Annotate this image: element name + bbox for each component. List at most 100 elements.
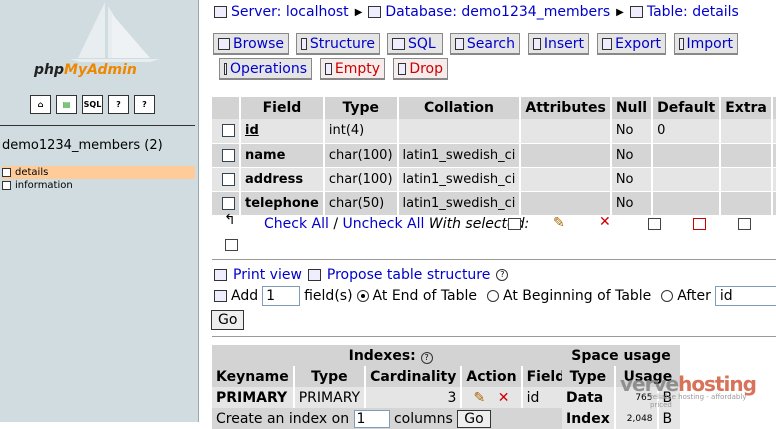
row-checkbox[interactable] bbox=[222, 172, 235, 186]
uncheck-all-link[interactable]: Uncheck All bbox=[343, 216, 425, 232]
home-icon[interactable]: ⌂ bbox=[30, 95, 51, 114]
field-attributes bbox=[520, 119, 612, 144]
header-action bbox=[771, 97, 776, 119]
help-icon[interactable]: ? bbox=[134, 95, 155, 114]
edit-pencil-icon[interactable]: ✎ bbox=[553, 215, 565, 231]
left-frame: phpMyAdmin ⌂ ▤ SQL ? ? demo1234_members … bbox=[0, 0, 199, 422]
docs-icon[interactable]: ? bbox=[108, 95, 129, 114]
field-collation: latin1_swedish_ci bbox=[397, 143, 522, 168]
sql-query-icon[interactable]: SQL bbox=[82, 95, 103, 114]
print-icon bbox=[214, 269, 227, 281]
index-icon[interactable] bbox=[738, 218, 751, 230]
at-end-label: At End of Table bbox=[372, 288, 478, 304]
add-label: Add bbox=[231, 288, 259, 304]
radio-after[interactable] bbox=[661, 290, 674, 302]
divider bbox=[212, 336, 776, 337]
field-attributes bbox=[520, 143, 612, 168]
header-extra: Extra bbox=[720, 97, 773, 119]
field-type: char(100) bbox=[323, 143, 399, 168]
after-field-value: id bbox=[719, 288, 733, 304]
row-checkbox[interactable] bbox=[222, 148, 235, 162]
radio-at-end[interactable] bbox=[356, 290, 369, 302]
row-checkbox[interactable] bbox=[222, 124, 235, 138]
row-checkbox[interactable] bbox=[222, 196, 235, 210]
table-row: id int(4) No 0 bbox=[212, 119, 776, 144]
go-button[interactable]: Go bbox=[211, 310, 245, 330]
breadcrumb-database[interactable]: Database: demo1234_members bbox=[385, 4, 610, 20]
table-icon bbox=[629, 6, 643, 18]
header-space-type: Type bbox=[562, 366, 616, 387]
field-null: No bbox=[610, 143, 654, 168]
header-null: Null bbox=[610, 97, 654, 119]
browse-selected-icon[interactable] bbox=[508, 218, 521, 230]
tab-structure[interactable]: Structure bbox=[296, 33, 380, 55]
help-icon[interactable]: ? bbox=[420, 351, 433, 364]
header-type: Type bbox=[323, 97, 399, 119]
propose-structure-link[interactable]: Propose table structure bbox=[327, 267, 490, 283]
field-name: address bbox=[240, 167, 325, 192]
divider bbox=[0, 125, 195, 126]
fulltext-icon[interactable] bbox=[225, 239, 238, 251]
after-field-select[interactable]: id ▼ bbox=[714, 286, 776, 306]
tab-empty[interactable]: Empty bbox=[320, 58, 385, 80]
structure-icon bbox=[301, 37, 307, 50]
tab-search[interactable]: Search bbox=[450, 33, 520, 55]
sidebar-table-information[interactable]: information bbox=[2, 179, 195, 192]
space-type: Data bbox=[562, 387, 616, 408]
header-field: Field bbox=[240, 97, 325, 119]
index-columns-input[interactable]: 1 bbox=[353, 409, 390, 428]
index-row: PRIMARY PRIMARY 3 ✎ ✕ id bbox=[212, 387, 572, 408]
breadcrumb: Server: localhost ▶ Database: demo1234_m… bbox=[214, 4, 739, 20]
space-type: Index bbox=[562, 408, 616, 429]
add-field-icon bbox=[214, 290, 227, 302]
arrow-left-up-icon: ↰ bbox=[224, 212, 236, 228]
header-action: Action bbox=[461, 366, 523, 387]
primary-key-icon[interactable] bbox=[648, 218, 661, 230]
edit-pencil-icon[interactable]: ✎ bbox=[474, 390, 486, 406]
radio-at-beginning[interactable] bbox=[487, 290, 500, 302]
index-type: PRIMARY bbox=[293, 387, 367, 408]
field-default: 0 bbox=[652, 119, 722, 144]
delete-x-icon[interactable]: ✕ bbox=[599, 214, 611, 230]
phpmyadmin-logo[interactable]: phpMyAdmin bbox=[0, 0, 199, 88]
field-null: No bbox=[610, 167, 654, 192]
field-type: int(4) bbox=[323, 119, 399, 144]
sql-icon bbox=[392, 37, 405, 50]
create-index-label: Create an index on bbox=[216, 410, 350, 427]
index-cardinality: 3 bbox=[365, 387, 463, 408]
tab-export[interactable]: Export bbox=[597, 33, 666, 55]
field-default bbox=[652, 167, 722, 192]
print-view-link[interactable]: Print view bbox=[233, 267, 302, 283]
field-type: char(100) bbox=[323, 167, 399, 192]
create-index-go-button[interactable]: Go bbox=[457, 409, 491, 428]
separator-arrow-icon: ▶ bbox=[616, 6, 624, 18]
tab-import[interactable]: Import bbox=[674, 33, 738, 55]
sql-window-icon[interactable]: ▤ bbox=[56, 95, 77, 114]
header-index-type: Type bbox=[293, 366, 367, 387]
check-all-link[interactable]: Check All bbox=[264, 216, 329, 232]
print-view-row: Print view Propose table structure ? bbox=[214, 267, 509, 283]
sailboat-icon bbox=[70, 2, 160, 62]
indexes-table: Indexes: ? Keyname Type Cardinality Acti… bbox=[212, 345, 572, 429]
tab-insert[interactable]: Insert bbox=[528, 33, 589, 55]
export-icon bbox=[602, 37, 613, 50]
at-beginning-label: At Beginning of Table bbox=[503, 288, 652, 304]
columns-label: columns bbox=[393, 410, 453, 427]
tab-sql[interactable]: SQL bbox=[387, 33, 443, 55]
field-extra bbox=[720, 143, 773, 168]
header-keyname: Keyname bbox=[212, 366, 295, 387]
tab-browse[interactable]: Browse bbox=[213, 33, 289, 55]
tab-operations[interactable]: Operations bbox=[219, 58, 312, 80]
tab-drop[interactable]: Drop bbox=[393, 58, 448, 80]
after-label: After bbox=[677, 288, 711, 304]
help-icon[interactable]: ? bbox=[496, 269, 509, 281]
table-header-row: Field Type Collation Attributes Null Def… bbox=[212, 97, 776, 119]
browse-icon bbox=[218, 37, 231, 50]
breadcrumb-table[interactable]: Table: details bbox=[647, 4, 739, 20]
sidebar-table-details[interactable]: details bbox=[2, 166, 195, 179]
unique-icon[interactable] bbox=[693, 218, 706, 230]
add-field-count-input[interactable]: 1 bbox=[262, 286, 301, 306]
database-name[interactable]: demo1234_members (2) bbox=[2, 138, 163, 153]
delete-x-icon[interactable]: ✕ bbox=[498, 390, 510, 406]
breadcrumb-server[interactable]: Server: localhost bbox=[231, 4, 349, 20]
